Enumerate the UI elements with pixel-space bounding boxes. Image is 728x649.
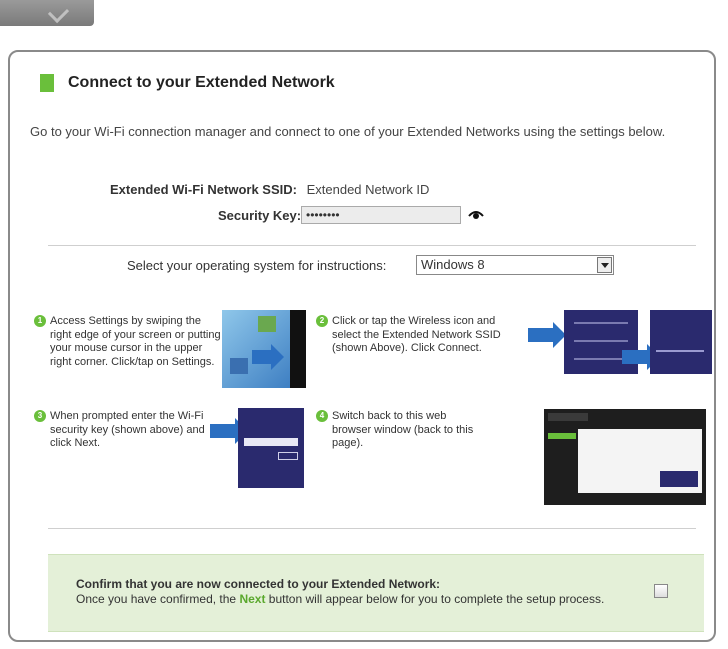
step-2-screenshot-a [564,310,638,374]
arrow-icon [210,418,248,444]
os-select[interactable]: Windows 8 [416,255,614,275]
ssid-value: Extended Network ID [306,182,430,197]
os-select-value: Windows 8 [421,257,485,272]
step-number: 4 [316,410,328,422]
accent-bar [40,74,54,92]
os-label: Select your operating system for instruc… [127,258,387,273]
ssid-label: Extended Wi-Fi Network SSID: [110,182,297,197]
divider [48,528,696,529]
confirm-text-post: button will appear below for you to comp… [265,592,605,606]
confirm-checkbox[interactable] [654,584,668,598]
back-tab[interactable] [0,0,94,26]
intro-text: Go to your Wi-Fi connection manager and … [30,124,666,139]
chevron-down-icon[interactable] [597,257,612,273]
step-number: 2 [316,315,328,327]
step-number: 1 [34,315,46,327]
page-heading: Connect to your Extended Network [40,74,335,92]
confirm-text: Once you have confirmed, the Next button… [76,592,604,606]
step-2: 2 Click or tap the Wireless icon and sel… [316,315,526,356]
step-4: 4 Switch back to this web browser window… [316,410,476,451]
arrow-icon [622,344,660,370]
setup-panel: Connect to your Extended Network Go to y… [8,50,716,642]
security-key-field[interactable]: •••••••• [301,206,461,224]
security-key-label: Security Key: [218,208,302,223]
step-3: 3 When prompted enter the Wi-Fi security… [34,410,224,451]
divider [48,245,696,246]
page-title: Connect to your Extended Network [68,74,335,91]
confirm-text-pre: Once you have confirmed, the [76,592,240,606]
ssid-row: Extended Wi-Fi Network SSID: Extended Ne… [110,182,429,197]
show-password-icon[interactable] [467,205,485,223]
step-3-screenshot [238,408,304,488]
step-1-screenshot [222,310,306,388]
step-4-screenshot [544,409,706,505]
step-number: 3 [34,410,46,422]
step-text: Access Settings by swiping the right edg… [50,315,221,368]
next-keyword: Next [239,592,266,606]
step-text: Click or tap the Wireless icon and selec… [332,315,501,354]
step-2-screenshot-b [650,310,712,374]
arrow-icon [528,322,566,348]
arrow-icon [252,344,284,370]
security-key-row: Security Key: [218,208,301,223]
step-text: When prompted enter the Wi-Fi security k… [50,410,205,449]
confirm-title: Confirm that you are now connected to yo… [76,577,441,591]
confirm-box: Confirm that you are now connected to yo… [48,554,704,632]
step-1: 1 Access Settings by swiping the right e… [34,315,224,369]
step-text: Switch back to this web browser window (… [332,410,474,449]
